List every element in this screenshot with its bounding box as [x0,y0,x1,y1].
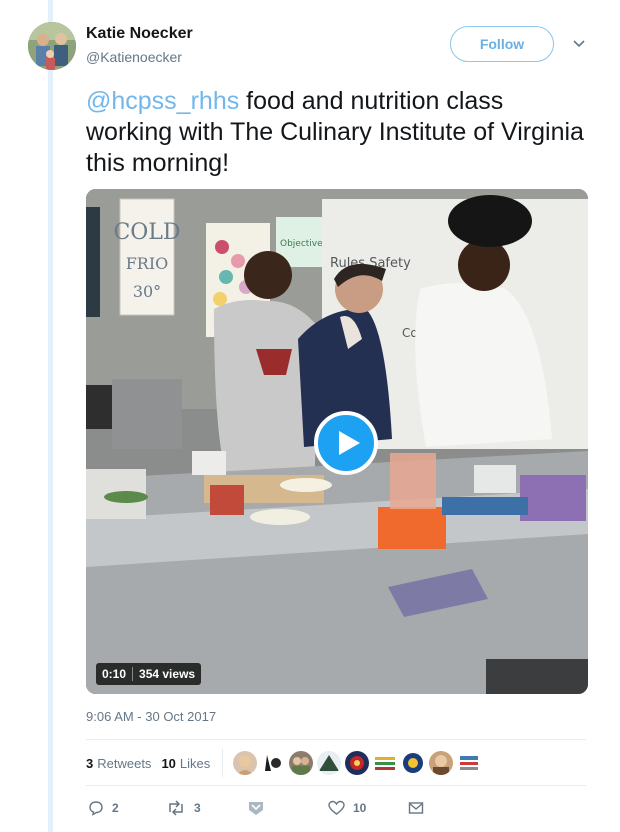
retweets-count: 3 [86,755,94,771]
reply-button[interactable]: 2 [88,800,119,816]
sign-temp: 30° [133,282,161,301]
mail-icon [408,802,424,814]
video-info-badge: 0:10 354 views [96,663,202,685]
stats-divider [222,749,224,777]
author-name[interactable]: Katie Noecker [86,25,193,43]
retweet-icon [169,800,183,816]
retweets-stat[interactable]: 3 Retweets [86,756,151,771]
board-objective: Objective: [280,239,326,249]
liker-avatar[interactable] [429,751,454,775]
mention-link[interactable]: @hcpss_rhhs [86,87,239,115]
author-avatar[interactable] [28,22,76,70]
liker-avatar[interactable] [261,751,286,775]
author-handle[interactable]: @Katienoecker [86,49,182,65]
sign-frio: FRIO [126,254,169,273]
tweet-actions: 2 3 10 [86,800,446,820]
engagement-stats: 3 Retweets 10 Likes [86,749,485,777]
liker-avatar[interactable] [233,751,258,775]
liker-avatar[interactable] [401,751,426,775]
liker-avatar[interactable] [317,751,342,775]
likes-stat[interactable]: 10 Likes [161,756,210,771]
stats-bottom-divider [86,785,586,786]
heart-icon [328,800,345,815]
retweets-label: Retweets [97,755,152,771]
reply-icon [89,801,103,816]
reply-count: 2 [112,801,119,815]
envelope-heart-icon [249,802,263,815]
tweet-text: @hcpss_rhhs food and nutrition class wor… [86,86,586,179]
likes-count: 10 [161,755,176,771]
like-count: 10 [353,801,367,815]
thread-rail [48,0,53,832]
stats-top-divider [86,739,586,740]
retweet-button[interactable]: 3 [166,800,201,816]
badge-divider [132,667,134,681]
sign-cold: COLD [113,220,180,245]
direct-message-button[interactable] [248,800,272,816]
likes-label: Likes [179,755,211,771]
tweet-header: Katie Noecker @Katienoecker Follow [28,22,600,72]
play-button[interactable] [314,411,378,475]
retweet-count: 3 [194,801,201,815]
liker-avatar[interactable] [289,751,314,775]
likers-avatars [233,751,485,775]
play-icon [339,431,360,455]
video-views: 354 views [139,667,196,681]
chevron-down-icon[interactable] [571,35,587,51]
liker-avatar[interactable] [345,751,370,775]
liker-avatar[interactable] [373,751,398,775]
liker-avatar[interactable] [457,751,482,775]
video-duration: 0:10 [102,667,127,681]
follow-button[interactable]: Follow [450,26,554,62]
video-player[interactable]: COLD FRIO 30° Objective: Rules Safety Co… [86,189,588,694]
like-button[interactable]: 10 [328,800,366,816]
tweet-timestamp[interactable]: 9:06 AM - 30 Oct 2017 [86,709,216,724]
share-button[interactable] [408,800,432,816]
